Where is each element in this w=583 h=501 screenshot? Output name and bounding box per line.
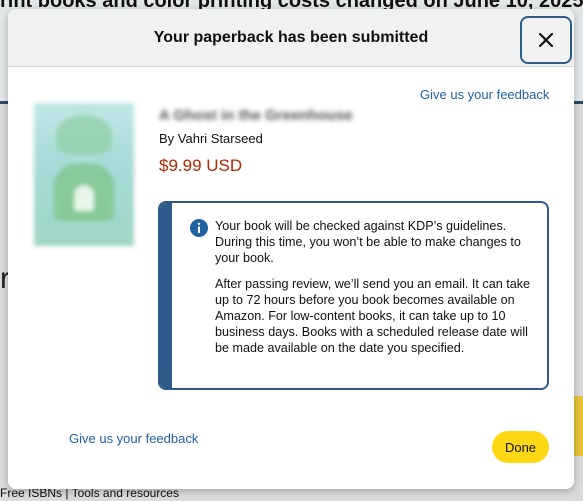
book-price: $9.99 USD	[159, 156, 243, 175]
info-icon	[190, 219, 208, 237]
close-button[interactable]	[520, 16, 572, 64]
alert-paragraph-2: After passing review, we’ll send you an …	[215, 277, 531, 355]
book-cover	[34, 103, 134, 246]
alert-paragraph-1: Your book will be checked against KDP’s …	[215, 219, 521, 265]
submission-modal: Your paperback has been submitted Give u…	[8, 9, 574, 489]
feedback-link-top[interactable]: Give us your feedback	[420, 87, 549, 102]
done-button[interactable]: Done	[492, 431, 549, 463]
modal-title: Your paperback has been submitted	[153, 29, 429, 46]
book-author: By Vahri Starseed	[159, 131, 263, 146]
review-info-alert: Your book will be checked against KDP’s …	[158, 201, 549, 390]
modal-header: Your paperback has been submitted	[8, 9, 574, 67]
feedback-link-bottom[interactable]: Give us your feedback	[69, 431, 198, 446]
close-icon	[539, 33, 553, 47]
book-title: A Ghost in the Greenhouse	[159, 107, 353, 124]
alert-accent-bar	[160, 203, 172, 388]
